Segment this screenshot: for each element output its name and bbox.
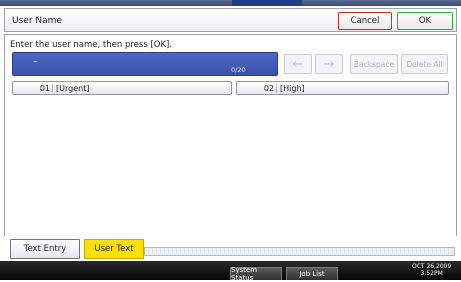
title-bar: User Name Cancel OK xyxy=(4,8,457,32)
slot-name: [Urgent] xyxy=(56,83,90,93)
tab-user-text[interactable]: User Text xyxy=(84,239,144,259)
instruction-text: Enter the user name, then press [OK]. xyxy=(10,40,173,50)
user-text-slot-01[interactable]: 01 [Urgent] xyxy=(12,81,232,95)
cursor-left-button[interactable]: ← xyxy=(284,54,312,74)
clock: OCT 26,2009 3:52PM xyxy=(412,263,451,277)
status-bar: System Status Job List OCT 26,2009 3:52P… xyxy=(0,261,461,282)
arrow-right-icon: → xyxy=(323,56,335,72)
slot-number: 01 xyxy=(13,83,53,93)
cancel-button[interactable]: Cancel xyxy=(338,12,392,30)
tab-divider xyxy=(144,247,455,256)
top-strip xyxy=(0,0,461,6)
cursor-right-button[interactable]: → xyxy=(315,54,343,74)
page-title: User Name xyxy=(12,16,62,26)
delete-all-button[interactable]: Delete All xyxy=(401,54,448,74)
system-status-button[interactable]: System Status xyxy=(230,266,282,282)
job-list-button[interactable]: Job List xyxy=(286,267,338,280)
backspace-button[interactable]: Backspace xyxy=(350,54,398,74)
tab-text-entry[interactable]: Text Entry xyxy=(10,239,80,259)
date-text: OCT 26,2009 xyxy=(412,263,452,270)
arrow-left-icon: ← xyxy=(292,56,304,72)
user-name-input[interactable]: – 0/20 xyxy=(12,52,278,76)
input-value: – xyxy=(33,57,38,67)
character-counter: 0/20 xyxy=(231,66,246,74)
tab-bar: Text Entry User Text xyxy=(4,236,457,261)
slot-name: [High] xyxy=(280,83,305,93)
slot-number: 02 xyxy=(237,83,277,93)
top-strip-accent xyxy=(232,0,302,6)
time-text: 3:52PM xyxy=(420,270,443,277)
user-text-slot-02[interactable]: 02 [High] xyxy=(236,81,449,95)
ok-button[interactable]: OK xyxy=(397,12,453,30)
